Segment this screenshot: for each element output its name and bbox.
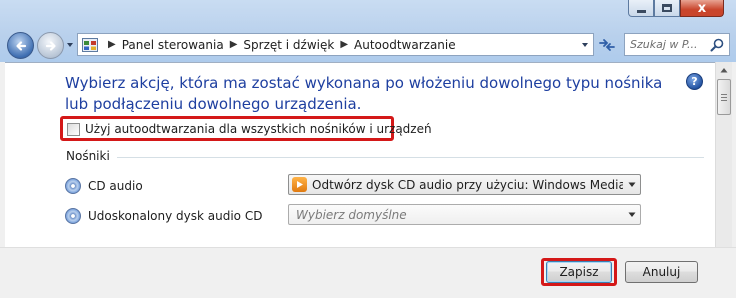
maximize-button[interactable] (654, 0, 680, 17)
select-dropdown-arrow[interactable] (623, 175, 640, 194)
search-box[interactable] (624, 33, 730, 56)
help-icon: ? (691, 75, 698, 88)
search-icon[interactable] (710, 38, 724, 52)
close-button[interactable]: x (680, 0, 724, 17)
window-chrome: x ▶ Panel sterowania ▶ Sprzęt i dźwięk ▶… (0, 0, 736, 62)
back-arrow-icon (15, 40, 26, 51)
breadcrumb-autoplay[interactable]: Autoodtwarzanie (354, 38, 456, 52)
save-button[interactable]: Zapisz (546, 261, 612, 283)
chevron-down-icon (581, 42, 588, 47)
select-value: Odtwórz dysk CD audio przy użyciu: Windo… (312, 177, 623, 192)
address-dropdown-button[interactable] (575, 34, 593, 55)
media-player-icon (292, 177, 307, 192)
maximize-icon (662, 4, 672, 12)
chevron-down-icon (628, 212, 635, 217)
back-button[interactable] (7, 32, 34, 59)
page-heading: Wybierz akcję, która ma zostać wykonana … (65, 74, 663, 113)
minimize-button[interactable] (628, 0, 654, 17)
use-autoplay-row[interactable]: Użyj autoodtwarzania dla wszystkich nośn… (67, 122, 432, 136)
use-autoplay-checkbox[interactable] (67, 122, 80, 136)
select-placeholder: Wybierz domyślne (296, 207, 407, 222)
chevron-up-icon (720, 68, 728, 73)
refresh-icon (599, 39, 615, 51)
forward-arrow-icon (45, 40, 56, 51)
breadcrumb-separator[interactable]: ▶ (224, 39, 244, 50)
cd-audio-action-select[interactable]: Odtwórz dysk CD audio przy użyciu: Windo… (288, 174, 641, 195)
scroll-thumb[interactable] (717, 79, 731, 115)
refresh-button[interactable] (596, 35, 618, 55)
device-row-cd-audio: CD audio (65, 178, 143, 194)
scroll-up-button[interactable] (716, 62, 732, 78)
device-row-enhanced-audio-cd: Udoskonalony dysk audio CD (65, 208, 262, 224)
select-dropdown-arrow[interactable] (623, 205, 640, 224)
device-label: Udoskonalony dysk audio CD (88, 209, 263, 223)
control-panel-icon (82, 37, 98, 52)
window-controls: x (628, 0, 724, 17)
search-input[interactable] (630, 38, 708, 51)
enhanced-audio-cd-action-select[interactable]: Wybierz domyślne (288, 204, 641, 225)
breadcrumb-hardware-sound[interactable]: Sprzęt i dźwięk (243, 38, 334, 52)
close-icon: x (697, 0, 707, 16)
help-button[interactable]: ? (686, 73, 703, 90)
use-autoplay-label[interactable]: Użyj autoodtwarzania dla wszystkich nośn… (85, 122, 432, 136)
button-bar: Zapisz Anuluj (0, 247, 736, 298)
cd-disc-icon (65, 208, 81, 224)
address-bar[interactable]: ▶ Panel sterowania ▶ Sprzęt i dźwięk ▶ A… (77, 33, 594, 56)
breadcrumb-control-panel[interactable]: Panel sterowania (122, 38, 224, 52)
forward-button[interactable] (37, 32, 64, 59)
cd-disc-icon (65, 178, 81, 194)
history-dropdown-icon[interactable] (66, 41, 74, 49)
section-divider (117, 157, 704, 158)
chevron-down-icon (628, 182, 635, 187)
section-label-media: Nośniki (66, 149, 110, 163)
breadcrumb-separator[interactable]: ▶ (334, 39, 354, 50)
device-label: CD audio (88, 179, 143, 193)
main-content: Wybierz akcję, która ma zostać wykonana … (5, 62, 715, 247)
vertical-scrollbar[interactable] (715, 62, 732, 247)
minimize-icon (636, 9, 646, 13)
breadcrumb: ▶ Panel sterowania ▶ Sprzęt i dźwięk ▶ A… (102, 34, 456, 55)
cancel-button[interactable]: Anuluj (625, 261, 698, 283)
breadcrumb-separator[interactable]: ▶ (102, 39, 122, 50)
